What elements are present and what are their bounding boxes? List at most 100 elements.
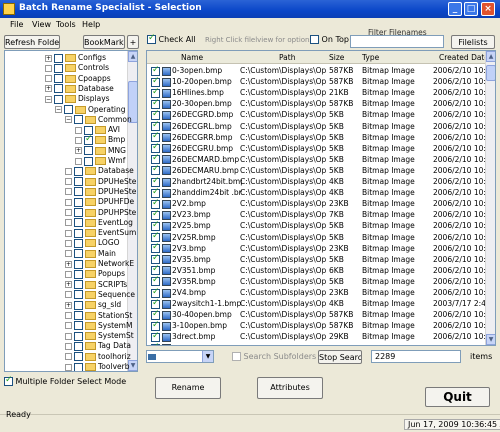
- expand-toggle-icon[interactable]: [65, 198, 72, 206]
- expand-toggle-icon[interactable]: [65, 342, 72, 350]
- expand-toggle-icon[interactable]: [75, 157, 82, 165]
- file-checkbox[interactable]: [151, 276, 160, 287]
- file-checkbox[interactable]: [151, 121, 160, 131]
- tree-node-checkbox[interactable]: [74, 187, 83, 197]
- file-checkbox[interactable]: [151, 287, 160, 298]
- list-scroll-down-icon[interactable]: ▼: [486, 334, 495, 345]
- file-checkbox[interactable]: [151, 220, 160, 231]
- tree-node-checkbox[interactable]: [74, 290, 83, 300]
- multi-select-checkbox[interactable]: [4, 375, 13, 386]
- expand-toggle-icon[interactable]: [65, 322, 72, 330]
- file-checkbox[interactable]: [151, 309, 160, 320]
- quit-button[interactable]: Quit: [425, 387, 490, 407]
- tree-node-checkbox[interactable]: [74, 331, 83, 341]
- tree-node-checkbox[interactable]: [84, 146, 93, 156]
- file-checkbox[interactable]: [151, 298, 160, 309]
- expand-toggle-icon[interactable]: [65, 239, 72, 247]
- expand-toggle-icon[interactable]: −: [65, 116, 72, 124]
- file-row[interactable]: 26DECMARU.bmpC:\Custom\Displays\Op...5KB…: [147, 165, 487, 176]
- col-name[interactable]: Name: [181, 53, 203, 62]
- file-checkbox[interactable]: [151, 187, 160, 198]
- tree-node-checkbox[interactable]: [74, 269, 83, 279]
- tree-node-checkbox[interactable]: [74, 115, 83, 125]
- filelists-button[interactable]: Filelists: [451, 35, 495, 49]
- tree-node-checkbox[interactable]: [74, 311, 83, 320]
- maximize-button[interactable]: □: [464, 2, 478, 16]
- expand-toggle-icon[interactable]: [65, 332, 72, 340]
- col-created-date[interactable]: Created Date: [439, 53, 489, 62]
- drive-select[interactable]: ▼: [146, 350, 214, 363]
- search-subfolders-checkbox[interactable]: [232, 352, 241, 361]
- file-checkbox[interactable]: [151, 243, 160, 254]
- menu-view[interactable]: View: [32, 20, 51, 29]
- tree-node-checkbox[interactable]: [74, 352, 83, 362]
- expand-toggle-icon[interactable]: +: [45, 85, 52, 93]
- expand-toggle-icon[interactable]: [65, 291, 72, 299]
- file-checkbox[interactable]: [151, 109, 160, 120]
- file-row[interactable]: 3D_RECT_HORI.bmpC:\Custom\Displays\Op...…: [147, 343, 487, 345]
- list-scroll-up-icon[interactable]: ▲: [486, 51, 495, 62]
- file-row[interactable]: 0-3open.bmp C:\Custom\Displays\Op...587KB…: [147, 65, 487, 76]
- file-row[interactable]: 30-40open.bmp C:\Custom\Displays\Op...587…: [147, 309, 487, 320]
- file-row[interactable]: 26DECGRL.bmp C:\Custom\Displays\Op...5KB B…: [147, 121, 487, 132]
- on-top-checkbox[interactable]: [310, 35, 319, 44]
- expand-toggle-icon[interactable]: [65, 312, 72, 319]
- file-checkbox[interactable]: [151, 65, 160, 76]
- file-row[interactable]: 16Hlines.bmp C:\Custom\Displays\Op...21KB…: [147, 87, 487, 98]
- check-all-checkbox[interactable]: [147, 33, 156, 44]
- close-button[interactable]: ×: [481, 2, 495, 16]
- bookmarks-button[interactable]: BookMarks: [83, 35, 125, 49]
- file-row[interactable]: 2handbrt24bit.bmpC:\Custom\Displays\Op..…: [147, 176, 487, 187]
- file-checkbox[interactable]: [151, 331, 160, 342]
- file-checkbox[interactable]: [151, 254, 160, 265]
- expand-toggle-icon[interactable]: [65, 178, 72, 186]
- attributes-button[interactable]: Attributes: [257, 377, 323, 399]
- expand-toggle-icon[interactable]: [65, 353, 72, 361]
- tree-node-checkbox[interactable]: [54, 74, 63, 84]
- menu-file[interactable]: File: [10, 20, 23, 29]
- col-size[interactable]: Size: [329, 53, 344, 62]
- chevron-down-icon[interactable]: ▼: [202, 351, 213, 362]
- col-type[interactable]: Type: [362, 53, 379, 62]
- tree-node-checkbox[interactable]: [74, 228, 83, 238]
- file-checkbox[interactable]: [151, 165, 160, 176]
- menu-tools[interactable]: Tools: [56, 20, 76, 29]
- file-checkbox[interactable]: [151, 98, 160, 109]
- file-row[interactable]: 2V2.bmp C:\Custom\Displays\Op...23KB Bitma…: [147, 198, 487, 209]
- file-row[interactable]: 2waysitch1-1.bmpC:\Custom\Displays\Op...…: [147, 298, 487, 309]
- expand-toggle-icon[interactable]: [65, 219, 72, 227]
- file-checkbox[interactable]: [151, 143, 160, 154]
- tree-node-checkbox[interactable]: [74, 321, 83, 331]
- file-checkbox[interactable]: [151, 209, 160, 220]
- tree-node-checkbox[interactable]: [74, 238, 83, 248]
- expand-toggle-icon[interactable]: [65, 167, 72, 175]
- expand-toggle-icon[interactable]: +: [65, 281, 72, 289]
- tree-node-checkbox[interactable]: [54, 94, 63, 104]
- add-bookmark-button[interactable]: +: [127, 35, 139, 49]
- minimize-button[interactable]: _: [448, 2, 462, 16]
- file-row[interactable]: 2V25.bmp C:\Custom\Displays\Op...5KB Bitma…: [147, 220, 487, 231]
- filter-input[interactable]: [350, 35, 444, 48]
- tree-node-checkbox[interactable]: [74, 218, 83, 228]
- file-row[interactable]: 2V23.bmp C:\Custom\Displays\Op...7KB Bitma…: [147, 209, 487, 220]
- expand-toggle-icon[interactable]: [65, 270, 72, 278]
- tree-node-checkbox[interactable]: [54, 63, 63, 73]
- file-checkbox[interactable]: [151, 76, 160, 87]
- expand-toggle-icon[interactable]: +: [65, 301, 72, 309]
- tree-node-checkbox[interactable]: [74, 341, 83, 351]
- col-path[interactable]: Path: [279, 53, 295, 62]
- refresh-folders-button[interactable]: Refresh Folders: [4, 35, 60, 49]
- stop-search-button[interactable]: Stop Search: [318, 350, 362, 364]
- tree-node-checkbox[interactable]: [74, 259, 83, 269]
- file-row[interactable]: 2V3.bmp C:\Custom\Displays\Op...23KB Bitma…: [147, 243, 487, 254]
- tree-node-checkbox[interactable]: [54, 84, 63, 94]
- expand-toggle-icon[interactable]: +: [45, 54, 52, 62]
- expand-toggle-icon[interactable]: −: [45, 95, 52, 103]
- tree-node-checkbox[interactable]: [74, 197, 83, 207]
- expand-toggle-icon[interactable]: [65, 209, 72, 216]
- file-checkbox[interactable]: [151, 154, 160, 165]
- check-all-toggle[interactable]: Check All: [147, 33, 196, 44]
- expand-toggle-icon[interactable]: +: [65, 260, 72, 268]
- tree-node-checkbox[interactable]: [74, 177, 83, 187]
- multi-select-toggle[interactable]: Multiple Folder Select Mode: [4, 375, 126, 386]
